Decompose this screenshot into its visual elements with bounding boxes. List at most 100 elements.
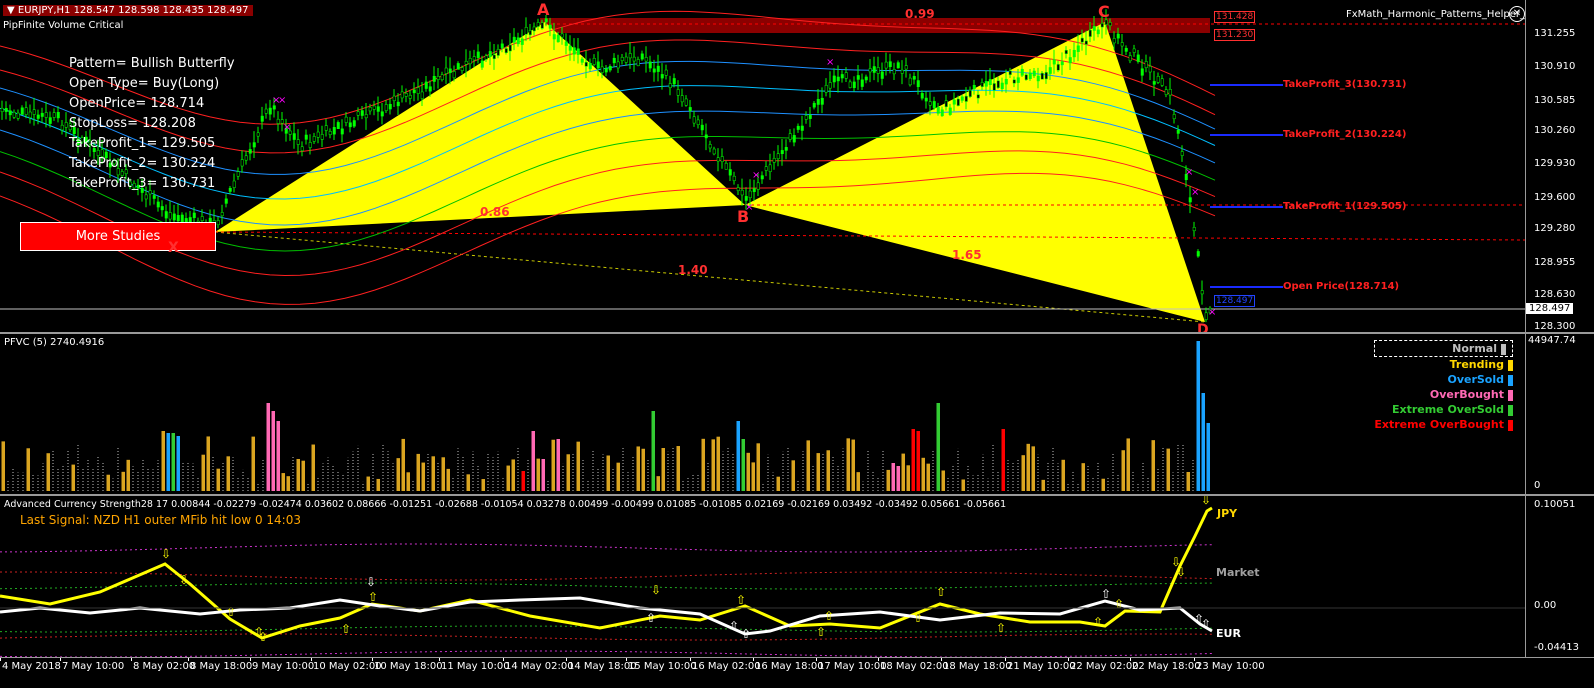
price-chart-pane[interactable]: ×××××××××××× ▼ EURJPY,H1 128.547 128.598… (0, 0, 1525, 332)
price-tick: 129.930 (1534, 158, 1576, 169)
candle-body (516, 37, 520, 45)
strength-pane[interactable]: ⇩ ⇩ ⇧ ⇧ ⇧ ⇧ ⇧ ⇩ ⇩ ⇧ ⇧ ⇧ ⇧ ⇧ ⇧ ⇧ ⇧ ⇧ ⇧ ⇧ ⇧ ⇩ ⇩ ⇩ ⇧ ⇧ Advanced Curr… (0, 496, 1525, 657)
pattern-triangle-bcd (745, 22, 1205, 322)
candle-body (164, 211, 168, 219)
candle-body (20, 107, 24, 115)
price-axis[interactable]: 131.255 130.910 130.585 130.260 129.930 129.6… (1525, 0, 1594, 332)
signal-arrow-icon: ⇧ (741, 627, 751, 641)
volume-bar (281, 473, 285, 491)
time-tick-mark (816, 658, 817, 661)
candle-body (1044, 72, 1048, 80)
signal-arrow-icon: ⇩ (1176, 565, 1186, 579)
candle-body (812, 102, 816, 108)
volume-bar (296, 458, 300, 491)
candle-body (60, 124, 64, 131)
candle-body (272, 105, 276, 110)
time-tick: 17 May 10:00 (818, 661, 887, 672)
candle-body (780, 150, 784, 154)
volume-bar (1021, 455, 1025, 491)
candle-body (560, 33, 564, 38)
candle-body (1132, 48, 1136, 53)
candle-body (348, 122, 352, 128)
candle-body (240, 159, 244, 167)
strength-axis[interactable]: 0.10051 0.00 -0.04413 (1525, 496, 1594, 657)
pattern-info-line: Open Type= Buy(Long) (69, 76, 220, 91)
candle-body (464, 60, 468, 65)
fractal-mark: × (278, 95, 286, 106)
volume-bar (521, 471, 525, 491)
candle-body (512, 36, 516, 43)
volume-axis[interactable]: 44947.74 0 (1525, 334, 1594, 494)
candle-body (956, 98, 960, 106)
candle-body (540, 22, 544, 29)
candle-body (1092, 26, 1096, 31)
candle-body (460, 67, 464, 71)
volume-bar (1206, 423, 1210, 491)
volume-bar (741, 439, 745, 491)
box-label-top1: 131.428 (1214, 11, 1256, 23)
candle-body (52, 112, 56, 118)
volume-bar (576, 441, 580, 491)
candle-body (40, 112, 44, 117)
candle-body (324, 125, 328, 131)
candle-body (1060, 61, 1064, 66)
volume-bar (916, 431, 920, 491)
point-d-label: D (1197, 322, 1209, 332)
candle-body (352, 120, 356, 127)
candle-body (308, 142, 312, 148)
candle-body (880, 71, 884, 79)
candle-body (456, 63, 460, 70)
price-tick: 131.255 (1534, 28, 1576, 39)
last-signal: Last Signal: NZD H1 outer MFib hit low 0… (20, 513, 301, 527)
volume-bar (366, 476, 370, 491)
time-tick: 18 May 02:00 (880, 661, 949, 672)
candle-body (1148, 66, 1152, 73)
candle-body (912, 76, 916, 80)
ratio-bcd: 1.65 (952, 248, 982, 262)
volume-bar (271, 411, 275, 491)
volume-bar (846, 438, 850, 491)
candle-body (556, 34, 560, 43)
candle-body (944, 100, 948, 108)
candle-body (1056, 64, 1060, 71)
candle-body (1144, 61, 1148, 68)
volume-legend-swatch (1508, 419, 1513, 431)
volume-legend-item: OverSold (1374, 372, 1513, 387)
price-tick: 130.910 (1534, 61, 1576, 72)
candle-body (356, 111, 360, 116)
time-tick: 10 May 02:00 (313, 661, 382, 672)
candle-body (860, 79, 864, 87)
volume-bar (886, 469, 890, 491)
candle-body (1072, 49, 1076, 58)
candle-body (868, 68, 872, 73)
pattern-info-line: OpenPrice= 128.714 (69, 96, 205, 111)
close-icon[interactable]: ✕ (1509, 6, 1525, 22)
volume-bar (166, 433, 170, 491)
candle-body (644, 57, 648, 62)
signal-arrow-icon: ⇧ (341, 622, 351, 636)
candle-body (972, 84, 976, 90)
volume-pane[interactable]: PFVC (5) 2740.4916 Normal Trending OverSol… (0, 334, 1525, 494)
volume-bar (926, 463, 930, 491)
candle-body (524, 27, 528, 35)
time-tick: 23 May 10:00 (1196, 661, 1265, 672)
candle-body (432, 75, 436, 82)
candle-body (716, 157, 720, 162)
time-tick: 16 May 02:00 (692, 661, 761, 672)
time-tick-mark (439, 658, 440, 661)
candle-body (676, 89, 680, 96)
volume-header: PFVC (5) 2740.4916 (4, 337, 105, 348)
time-axis[interactable]: 4 May 2018 7 May 10:00 8 May 02:00 8 May 18… (0, 657, 1594, 688)
candle-body (816, 98, 820, 105)
candle-body (736, 187, 740, 191)
candle-body (420, 91, 424, 99)
candle-body (572, 47, 576, 55)
candle-body (776, 153, 780, 160)
volume-bar (1031, 446, 1035, 491)
candle-body (544, 18, 548, 23)
more-studies-button[interactable]: More Studies (20, 222, 216, 251)
candle-body (1112, 38, 1116, 44)
volume-bar (216, 468, 220, 491)
candle-body (1004, 78, 1008, 85)
candle-body (612, 57, 616, 64)
